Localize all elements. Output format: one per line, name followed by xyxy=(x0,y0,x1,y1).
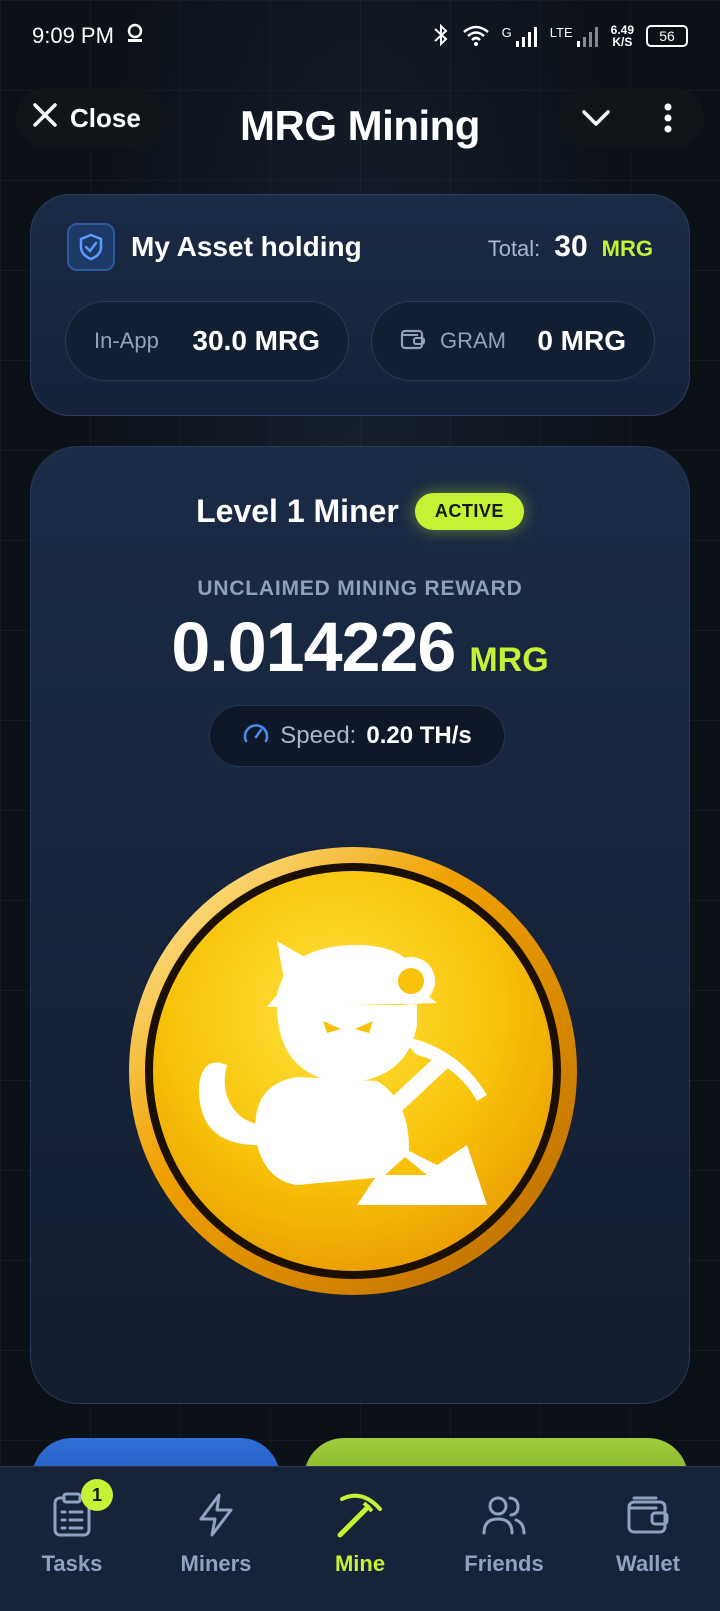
total-unit: MRG xyxy=(601,236,653,261)
bluetooth-icon xyxy=(432,23,450,50)
pickaxe-icon xyxy=(334,1489,386,1541)
chevron-down-icon xyxy=(582,110,610,126)
bottom-nav: 1 Tasks Miners Mine Friends Wallet xyxy=(0,1466,720,1611)
in-app-balance: In-App 30.0 MRG xyxy=(65,301,349,381)
wallet-icon xyxy=(400,327,426,356)
speedometer-icon xyxy=(242,721,270,752)
reward-value: 0.014226 xyxy=(171,608,456,686)
cat-miner-coin-icon xyxy=(129,847,577,1295)
status-badge: ACTIVE xyxy=(414,493,524,530)
reward-unit: MRG xyxy=(469,641,549,679)
signal-icon-2: LTE xyxy=(550,25,599,47)
mine-coin-button[interactable] xyxy=(127,845,579,1297)
close-icon xyxy=(32,102,58,135)
nav-wallet-label: Wallet xyxy=(616,1551,680,1576)
gram-value: 0 MRG xyxy=(537,325,626,356)
nav-tasks[interactable]: 1 Tasks xyxy=(7,1479,137,1577)
nav-friends-label: Friends xyxy=(464,1551,544,1576)
header-actions xyxy=(560,88,704,148)
miner-level: Level 1 Miner xyxy=(196,493,399,529)
asset-holding-card: My Asset holding Total: 30 MRG In-App 30… xyxy=(30,194,690,416)
shield-icon xyxy=(67,223,115,271)
nav-miners[interactable]: Miners xyxy=(151,1489,281,1577)
in-app-label: In-App xyxy=(94,328,159,353)
nav-tasks-label: Tasks xyxy=(41,1551,103,1576)
nav-wallet[interactable]: Wallet xyxy=(583,1489,713,1577)
battery-indicator: 56 xyxy=(646,25,688,47)
more-options-button[interactable] xyxy=(640,90,696,146)
speed-value: 0.20 TH/s xyxy=(366,722,472,749)
gram-balance[interactable]: GRAM 0 MRG xyxy=(371,301,655,381)
miner-card: Level 1 Miner ACTIVE UNCLAIMED MINING RE… xyxy=(30,446,690,1404)
wallet-icon xyxy=(622,1489,674,1541)
nav-mine[interactable]: Mine xyxy=(295,1489,425,1577)
reward-row: 0.014226 MRG xyxy=(31,607,689,687)
nav-miners-label: Miners xyxy=(180,1551,252,1576)
reward-label: UNCLAIMED MINING REWARD xyxy=(197,577,523,600)
signal-icon-1: G xyxy=(502,25,538,47)
status-bar: 9:09 PM G LTE 6.49 K/S 56 xyxy=(0,0,720,72)
users-icon xyxy=(478,1489,530,1541)
speed-label: Speed: xyxy=(280,722,357,749)
network-speed: 6.49 K/S xyxy=(610,23,634,49)
collapse-button[interactable] xyxy=(568,90,624,146)
notification-icon xyxy=(124,22,146,50)
total-label: Total: xyxy=(487,236,541,261)
asset-title: My Asset holding xyxy=(131,231,362,262)
in-app-value: 30.0 MRG xyxy=(192,325,320,356)
close-button[interactable]: Close xyxy=(16,88,164,148)
close-label: Close xyxy=(70,102,141,133)
status-time: 9:09 PM xyxy=(32,23,114,48)
tasks-badge: 1 xyxy=(81,1479,113,1511)
nav-mine-label: Mine xyxy=(334,1551,386,1576)
speed-indicator: Speed: 0.20 TH/s xyxy=(209,705,505,767)
total-value: 30 xyxy=(554,230,588,263)
wifi-icon xyxy=(462,24,490,49)
gram-label: GRAM xyxy=(440,328,506,353)
asset-total: Total: 30 MRG xyxy=(488,230,653,264)
nav-friends[interactable]: Friends xyxy=(439,1489,569,1577)
more-vertical-icon xyxy=(664,103,672,133)
lightning-icon xyxy=(190,1489,242,1541)
